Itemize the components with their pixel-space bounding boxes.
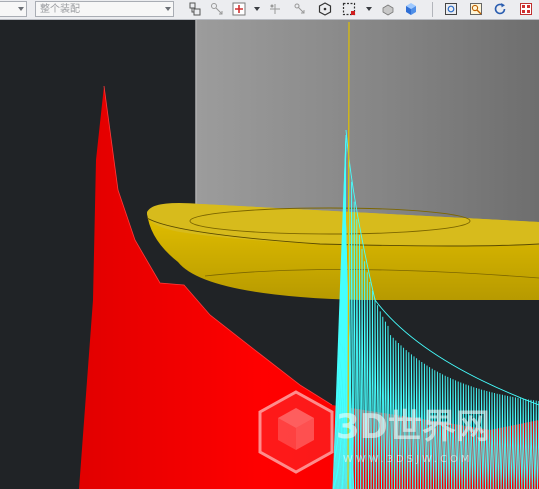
grey-cylinder [196, 20, 539, 222]
move-component-icon[interactable] [210, 2, 224, 16]
box-select-icon[interactable] [342, 2, 356, 16]
assembly-scope-combo[interactable]: 整个装配 [35, 1, 174, 17]
snap-point-icon[interactable] [268, 2, 282, 16]
add-component-icon[interactable] [232, 2, 246, 16]
blue-solid-icon[interactable] [404, 2, 418, 16]
shaded-solid-icon[interactable] [381, 2, 395, 16]
dropdown-arrow-icon[interactable] [254, 7, 260, 11]
assembly-constraint-icon[interactable] [188, 2, 202, 16]
chevron-down-icon [165, 7, 171, 11]
fit-view-icon[interactable] [444, 2, 458, 16]
3d-viewport[interactable]: 3D世界网 WWW.3DSJW.COM [0, 20, 539, 489]
grid-icon[interactable] [519, 2, 533, 16]
watermark-url: WWW.3DSJW.COM [343, 454, 472, 465]
dropdown-arrow-icon[interactable] [366, 7, 372, 11]
hexagon-icon[interactable] [318, 2, 332, 16]
selection-filter-combo[interactable] [0, 1, 27, 17]
point-constraint-icon[interactable] [293, 2, 307, 16]
toolbar-separator [432, 2, 433, 17]
assembly-scope-label: 整个装配 [40, 4, 80, 15]
zoom-view-icon[interactable] [469, 2, 483, 16]
watermark-brand: 3D世界网 [336, 407, 490, 447]
toolbar: 整个装配 [0, 0, 539, 20]
refresh-icon[interactable] [493, 2, 507, 16]
chevron-down-icon [18, 7, 24, 11]
